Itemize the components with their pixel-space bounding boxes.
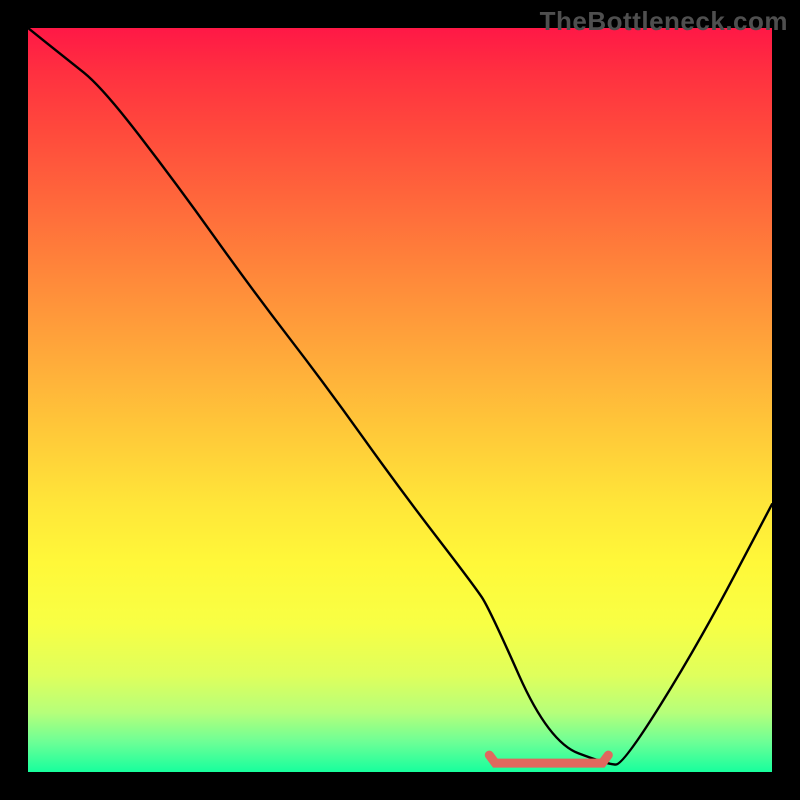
- chart-frame: TheBottleneck.com: [0, 0, 800, 800]
- curve-layer: [28, 28, 772, 772]
- watermark-text: TheBottleneck.com: [540, 6, 788, 37]
- plot-area: [28, 28, 772, 772]
- highlight-band: [489, 755, 608, 763]
- bottleneck-curve: [28, 28, 772, 765]
